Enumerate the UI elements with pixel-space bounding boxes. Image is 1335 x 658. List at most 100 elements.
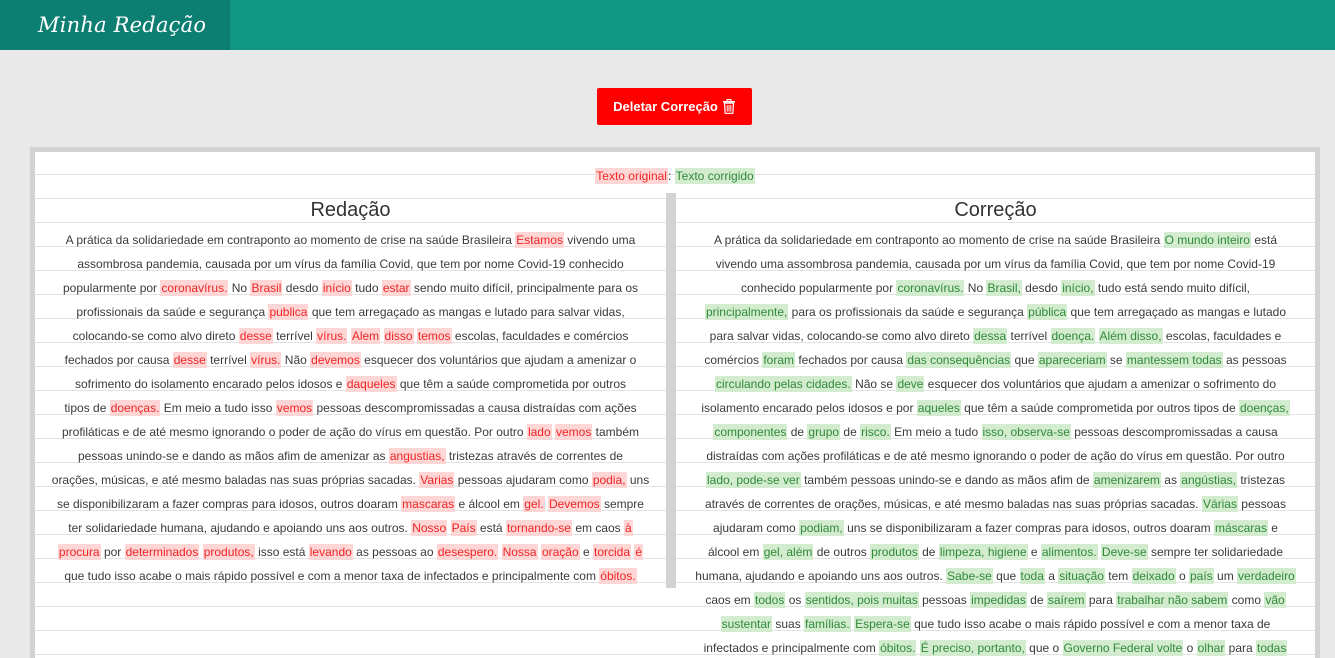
text-run: Em meio a tudo isso: [160, 401, 276, 415]
text-run: fechados por causa: [795, 353, 907, 367]
text-run: tudo está sendo muito difícil,: [1094, 281, 1250, 295]
text-run: que tem arregaçado as mangas e lutado pa…: [308, 305, 625, 319]
original-highlight: Varias: [419, 472, 455, 488]
text-run: que tem arregaçado as mangas e lutado: [1067, 305, 1287, 319]
essay-line: fechados por causa desse terrível vírus.…: [35, 348, 666, 372]
corrected-highlight: risco.: [860, 424, 891, 440]
corrected-highlight: doença.: [1050, 328, 1096, 344]
original-highlight: Estamos: [515, 232, 564, 248]
essay-line: orações, músicas, e até mesmo baladas na…: [35, 468, 666, 492]
corrected-highlight: olhar: [1196, 640, 1226, 656]
text-run: que têm a saúde comprometida por outros: [396, 377, 626, 391]
corrected-highlight: É preciso, portanto,: [919, 640, 1026, 656]
correction-line: isolamento encarado pelos idosos e por a…: [676, 396, 1315, 420]
essay-line: pessoas unindo-se e dando as mãos afim d…: [35, 444, 666, 468]
text-run: que têm a saúde comprometida por outros …: [960, 401, 1239, 415]
text-run: desdo: [282, 281, 322, 295]
text-run: também pessoas unindo-se e dando as mãos…: [800, 473, 1093, 487]
corrected-highlight: foram: [762, 352, 796, 368]
essay-line: que tudo isso acabe o mais rápido possív…: [35, 564, 666, 588]
essay-line: colocando-se como alvo direto desse terr…: [35, 324, 666, 348]
original-highlight: temos: [416, 328, 452, 344]
text-run: terrível: [1007, 329, 1051, 343]
original-highlight: procura: [57, 544, 101, 560]
text-run: sendo muito difícil, principalmente para…: [410, 281, 639, 295]
text-run: profiláticas e de até mesmo ignorando o …: [61, 425, 527, 439]
correction-line: distraídas com ações profiláticas e de a…: [676, 444, 1315, 468]
text-run: ter solidariedade humana, ajudando e apo…: [68, 521, 412, 535]
original-highlight: lado: [526, 424, 552, 440]
correction-line: álcool em gel, além de outros produtos d…: [676, 540, 1315, 564]
correction-line: através de correntes de orações, músicas…: [676, 492, 1315, 516]
corrected-highlight: deixado: [1131, 568, 1176, 584]
brand-block[interactable]: Minha Redação: [0, 0, 230, 50]
text-run: vivendo uma: [563, 233, 636, 247]
correction-column: Correção A prática da solidariedade em c…: [676, 193, 1315, 658]
text-run: Não: [281, 353, 311, 367]
original-highlight: podia,: [591, 472, 627, 488]
corrected-highlight: país: [1189, 568, 1214, 584]
text-run: que tudo isso acabe o mais rápido possív…: [64, 569, 600, 583]
text-run: isolamento encarado pelos idosos e por: [701, 401, 917, 415]
text-run: e: [579, 545, 593, 559]
corrected-highlight: pública: [1027, 304, 1068, 320]
text-run: conhecido popularmente por: [741, 281, 897, 295]
text-run: sempre ter solidariedade: [1147, 545, 1284, 559]
essay-line: profiláticas e de até mesmo ignorando o …: [35, 420, 666, 444]
corrected-highlight: Deve-se: [1100, 544, 1148, 560]
corrected-highlight: alimentos.: [1040, 544, 1098, 560]
original-highlight: desespero.: [436, 544, 499, 560]
text-run: e: [1027, 545, 1041, 559]
text-run: está: [1250, 233, 1277, 247]
corrected-highlight: produtos: [870, 544, 919, 560]
app-title[interactable]: Minha Redação: [38, 0, 206, 50]
original-highlight: vírus.: [250, 352, 282, 368]
top-navbar: Minha Redação: [0, 0, 1335, 50]
correction-line: lado, pode-se ver também pessoas unindo-…: [676, 468, 1315, 492]
text-run: através de correntes de orações, músicas…: [705, 497, 1202, 511]
corrected-highlight: sustentar: [720, 616, 773, 632]
text-run: infectados e principalmente com: [703, 641, 880, 655]
corrected-highlight: sentidos, pois muitas: [804, 592, 919, 608]
original-highlight: angustias,: [388, 448, 446, 464]
original-highlight: Alem: [350, 328, 381, 344]
corrected-highlight: dessa: [973, 328, 1008, 344]
corrected-highlight: componentes: [713, 424, 788, 440]
text-run: pessoas descompromissadas a causa: [1070, 425, 1278, 439]
text-run: vivendo uma assombrosa pandemia, causada…: [715, 257, 1276, 271]
text-run: para: [1085, 593, 1117, 607]
text-run: assombrosa pandemia, causada por um víru…: [77, 257, 624, 271]
text-run: uns: [626, 473, 650, 487]
corrected-highlight: grupo: [807, 424, 841, 440]
text-run: Em meio a tudo: [890, 425, 982, 439]
text-run: tudo: [351, 281, 382, 295]
correction-line: conhecido popularmente por coronavírus. …: [676, 276, 1315, 300]
text-run: de: [918, 545, 939, 559]
correction-line: infectados e principalmente com óbitos. …: [676, 636, 1315, 658]
original-highlight: mascaras: [401, 496, 456, 512]
text-run: se disponibilizaram a fazer compras para…: [57, 497, 402, 511]
original-highlight: torcida: [593, 544, 632, 560]
text-run: escolas, faculdades e: [1162, 329, 1282, 343]
text-run: a: [1044, 569, 1059, 583]
original-highlight: estar: [381, 280, 411, 296]
correction-line: principalmente, para os profissionais da…: [676, 300, 1315, 324]
text-run: para os profissionais da saúde e seguran…: [788, 305, 1028, 319]
text-run: orações, músicas, e até mesmo baladas na…: [51, 473, 420, 487]
legend-corrected: Texto corrigido: [674, 168, 755, 184]
text-run: o: [1175, 569, 1189, 583]
original-highlight: vemos: [554, 424, 593, 440]
original-highlight: Nossa: [501, 544, 538, 560]
corrected-highlight: toda: [1019, 568, 1045, 584]
corrected-highlight: das consequências: [906, 352, 1012, 368]
corrected-highlight: situação: [1058, 568, 1105, 584]
text-run: caos em: [705, 593, 754, 607]
delete-correction-button[interactable]: Deletar Correção: [597, 88, 752, 125]
essay-heading: Redação: [310, 199, 391, 221]
corrected-highlight: gel, além: [762, 544, 814, 560]
text-run: por: [100, 545, 125, 559]
correction-line: A prática da solidariedade em contrapont…: [676, 228, 1315, 252]
corrected-highlight: Sabe-se: [946, 568, 993, 584]
text-run: álcool em: [707, 545, 763, 559]
original-highlight: coronavírus.: [160, 280, 229, 296]
